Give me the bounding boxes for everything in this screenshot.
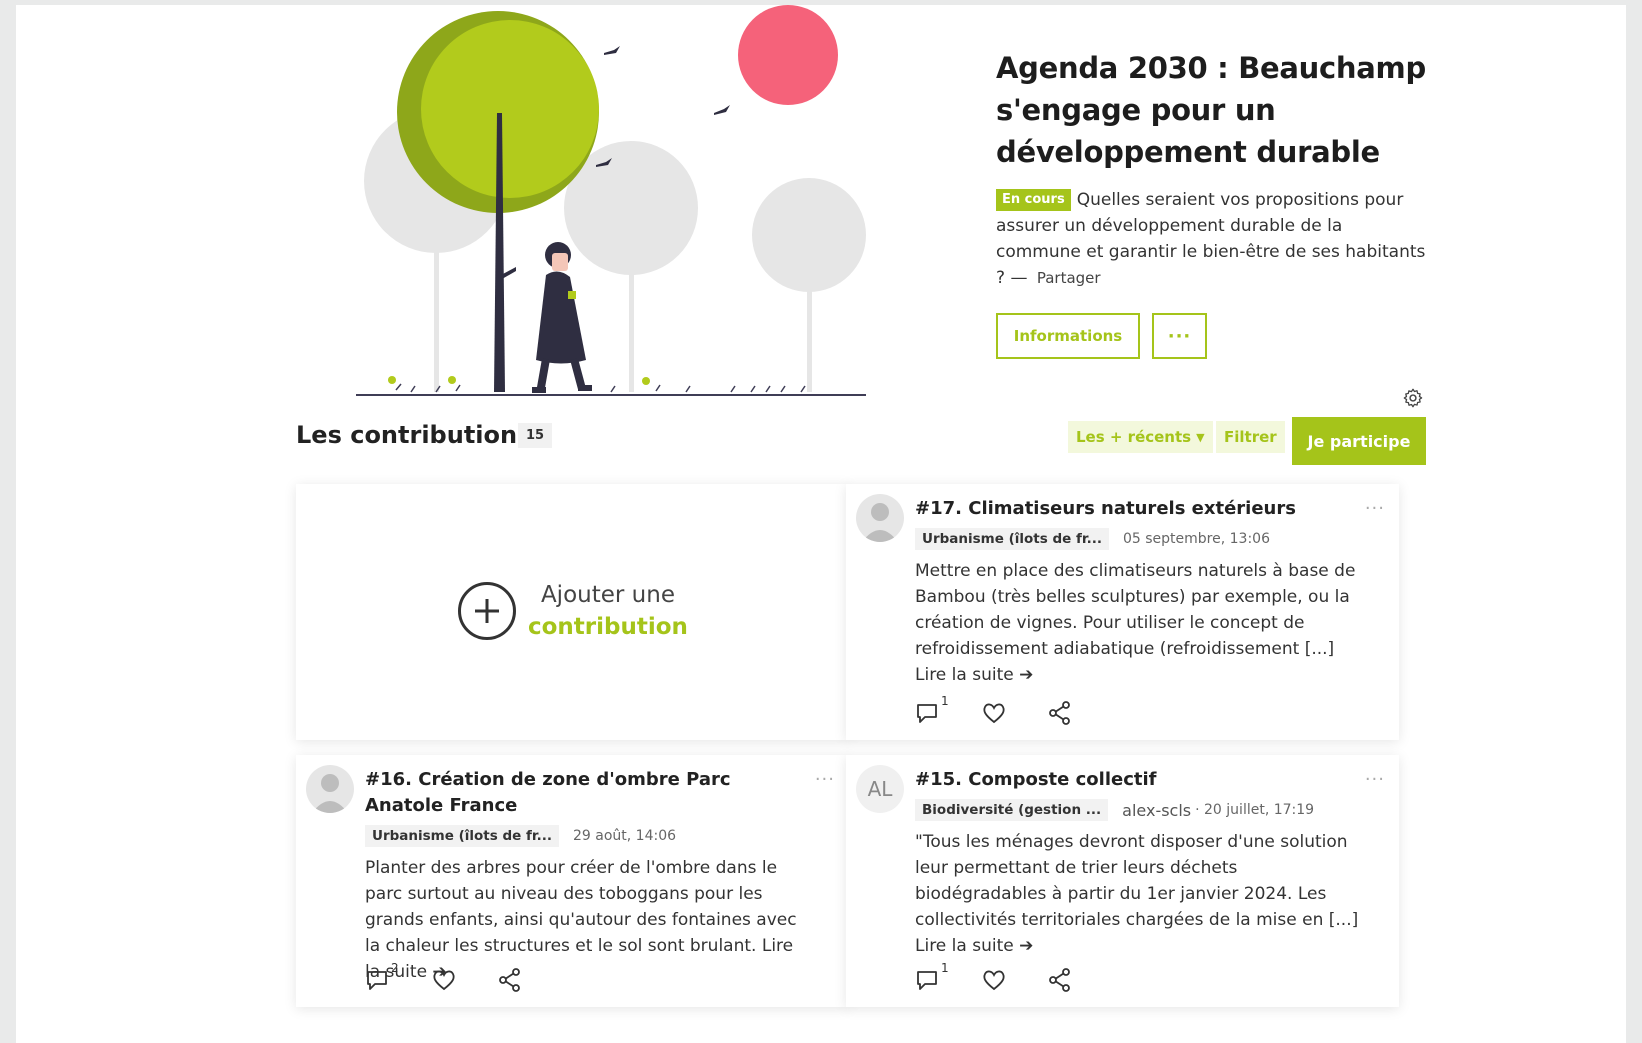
read-more-link[interactable]: Lire la suite ➔ xyxy=(915,936,1033,956)
card-description: Mettre en place des climatiseurs naturel… xyxy=(915,558,1359,688)
separator: — xyxy=(1010,268,1028,288)
avatar xyxy=(856,494,904,542)
informations-button[interactable]: Informations xyxy=(996,313,1140,359)
heart-icon xyxy=(983,970,1005,991)
plus-circle-icon xyxy=(458,582,516,640)
more-options-button[interactable]: ··· xyxy=(1152,313,1207,359)
contribution-card-17[interactable]: ··· #17. Climatiseurs naturels extérieur… xyxy=(846,484,1399,740)
page: Agenda 2030 : Beauchamp s'engage pour un… xyxy=(16,5,1626,1043)
add-contribution-content: Ajouter une contribution xyxy=(458,579,688,643)
share-button[interactable] xyxy=(497,967,527,995)
like-button[interactable] xyxy=(431,967,461,995)
comment-button[interactable]: 1 xyxy=(915,961,949,995)
card-body: #16. Création de zone d'ombre Parc Anato… xyxy=(365,767,809,985)
contribution-card-16[interactable]: ··· #16. Création de zone d'ombre Parc A… xyxy=(296,755,849,1007)
card-actions: 1 xyxy=(915,694,1077,728)
card-date: 29 août, 14:06 xyxy=(573,828,677,844)
add-contribution-text: Ajouter une contribution xyxy=(528,579,688,643)
card-menu-button[interactable]: ··· xyxy=(1365,498,1385,519)
card-date: · 20 juillet, 17:19 xyxy=(1195,802,1315,818)
contributions-count: 15 xyxy=(518,423,553,448)
comment-count: 1 xyxy=(941,961,949,975)
caret-down-icon: ▼ xyxy=(1196,430,1205,444)
add-line1: Ajouter une xyxy=(540,582,675,608)
card-meta: Urbanisme (îlots de fr... 05 septembre, … xyxy=(915,528,1359,550)
description-text: Planter des arbres pour créer de l'ombre… xyxy=(365,858,797,956)
contributions-header: Les contributions 15 Les + récents ▼ Fil… xyxy=(296,417,1426,465)
share-button[interactable] xyxy=(1047,967,1077,995)
card-author[interactable]: alex-scls xyxy=(1122,801,1191,820)
like-button[interactable] xyxy=(981,967,1011,995)
contribution-card-15[interactable]: AL ··· #15. Composte collectif Biodivers… xyxy=(846,755,1399,1007)
hero-description: En cours Quelles seraient vos proposition… xyxy=(996,187,1426,291)
comment-count: 1 xyxy=(941,694,949,708)
status-badge: En cours xyxy=(996,189,1071,211)
avatar: AL xyxy=(856,765,904,813)
card-title[interactable]: #15. Composte collectif xyxy=(915,767,1359,793)
add-line2: contribution xyxy=(528,614,688,640)
share-button[interactable] xyxy=(1047,700,1077,728)
card-title[interactable]: #17. Climatiseurs naturels extérieurs xyxy=(915,496,1359,522)
page-title: Agenda 2030 : Beauchamp s'engage pour un… xyxy=(996,51,1426,169)
comment-button[interactable]: 1 xyxy=(915,694,949,728)
card-menu-button[interactable]: ··· xyxy=(815,769,835,790)
card-meta: Biodiversité (gestion ... alex-scls · 20… xyxy=(915,799,1359,821)
comment-icon xyxy=(367,971,387,990)
share-link[interactable]: Partager xyxy=(1037,269,1101,287)
heart-icon xyxy=(983,703,1005,724)
description-text: "Tous les ménages devront disposer d'une… xyxy=(915,832,1359,930)
hero-text: Agenda 2030 : Beauchamp s'engage pour un… xyxy=(996,47,1426,359)
card-meta: Urbanisme (îlots de fr... 29 août, 14:06 xyxy=(365,825,809,847)
card-description: Planter des arbres pour créer de l'ombre… xyxy=(365,855,809,985)
category-tag[interactable]: Urbanisme (îlots de fr... xyxy=(915,528,1109,550)
filter-button[interactable]: Filtrer xyxy=(1216,421,1285,453)
hero-illustration xyxy=(356,5,866,396)
card-title[interactable]: #16. Création de zone d'ombre Parc Anato… xyxy=(365,767,809,819)
share-icon xyxy=(1049,701,1070,725)
settings-gear-icon[interactable] xyxy=(1402,387,1424,409)
add-contribution-card[interactable]: Ajouter une contribution xyxy=(296,484,849,740)
comment-icon xyxy=(917,704,937,723)
card-body: #17. Climatiseurs naturels extérieurs Ur… xyxy=(915,496,1359,688)
comment-icon xyxy=(917,971,937,990)
card-actions: 2 xyxy=(365,961,527,995)
sort-button[interactable]: Les + récents ▼ xyxy=(1068,421,1213,453)
share-icon xyxy=(1049,968,1070,992)
hero-buttons: Informations ··· xyxy=(996,313,1426,359)
category-tag[interactable]: Biodiversité (gestion ... xyxy=(915,799,1109,821)
participate-button[interactable]: Je participe xyxy=(1292,417,1426,465)
heart-icon xyxy=(433,970,455,991)
contributions-heading: Les contributions xyxy=(296,421,532,449)
comment-count: 2 xyxy=(391,961,399,975)
read-more-link[interactable]: Lire la suite ➔ xyxy=(915,665,1033,685)
sort-label: Les + récents xyxy=(1076,428,1192,446)
card-menu-button[interactable]: ··· xyxy=(1365,769,1385,790)
card-body: #15. Composte collectif Biodiversité (ge… xyxy=(915,767,1359,959)
category-tag[interactable]: Urbanisme (îlots de fr... xyxy=(365,825,559,847)
card-description: "Tous les ménages devront disposer d'une… xyxy=(915,829,1359,959)
comment-button[interactable]: 2 xyxy=(365,961,399,995)
card-date: 05 septembre, 13:06 xyxy=(1123,531,1270,547)
share-icon xyxy=(499,968,520,992)
avatar xyxy=(306,765,354,813)
like-button[interactable] xyxy=(981,700,1011,728)
card-actions: 1 xyxy=(915,961,1077,995)
description-text: Mettre en place des climatiseurs naturel… xyxy=(915,561,1356,659)
